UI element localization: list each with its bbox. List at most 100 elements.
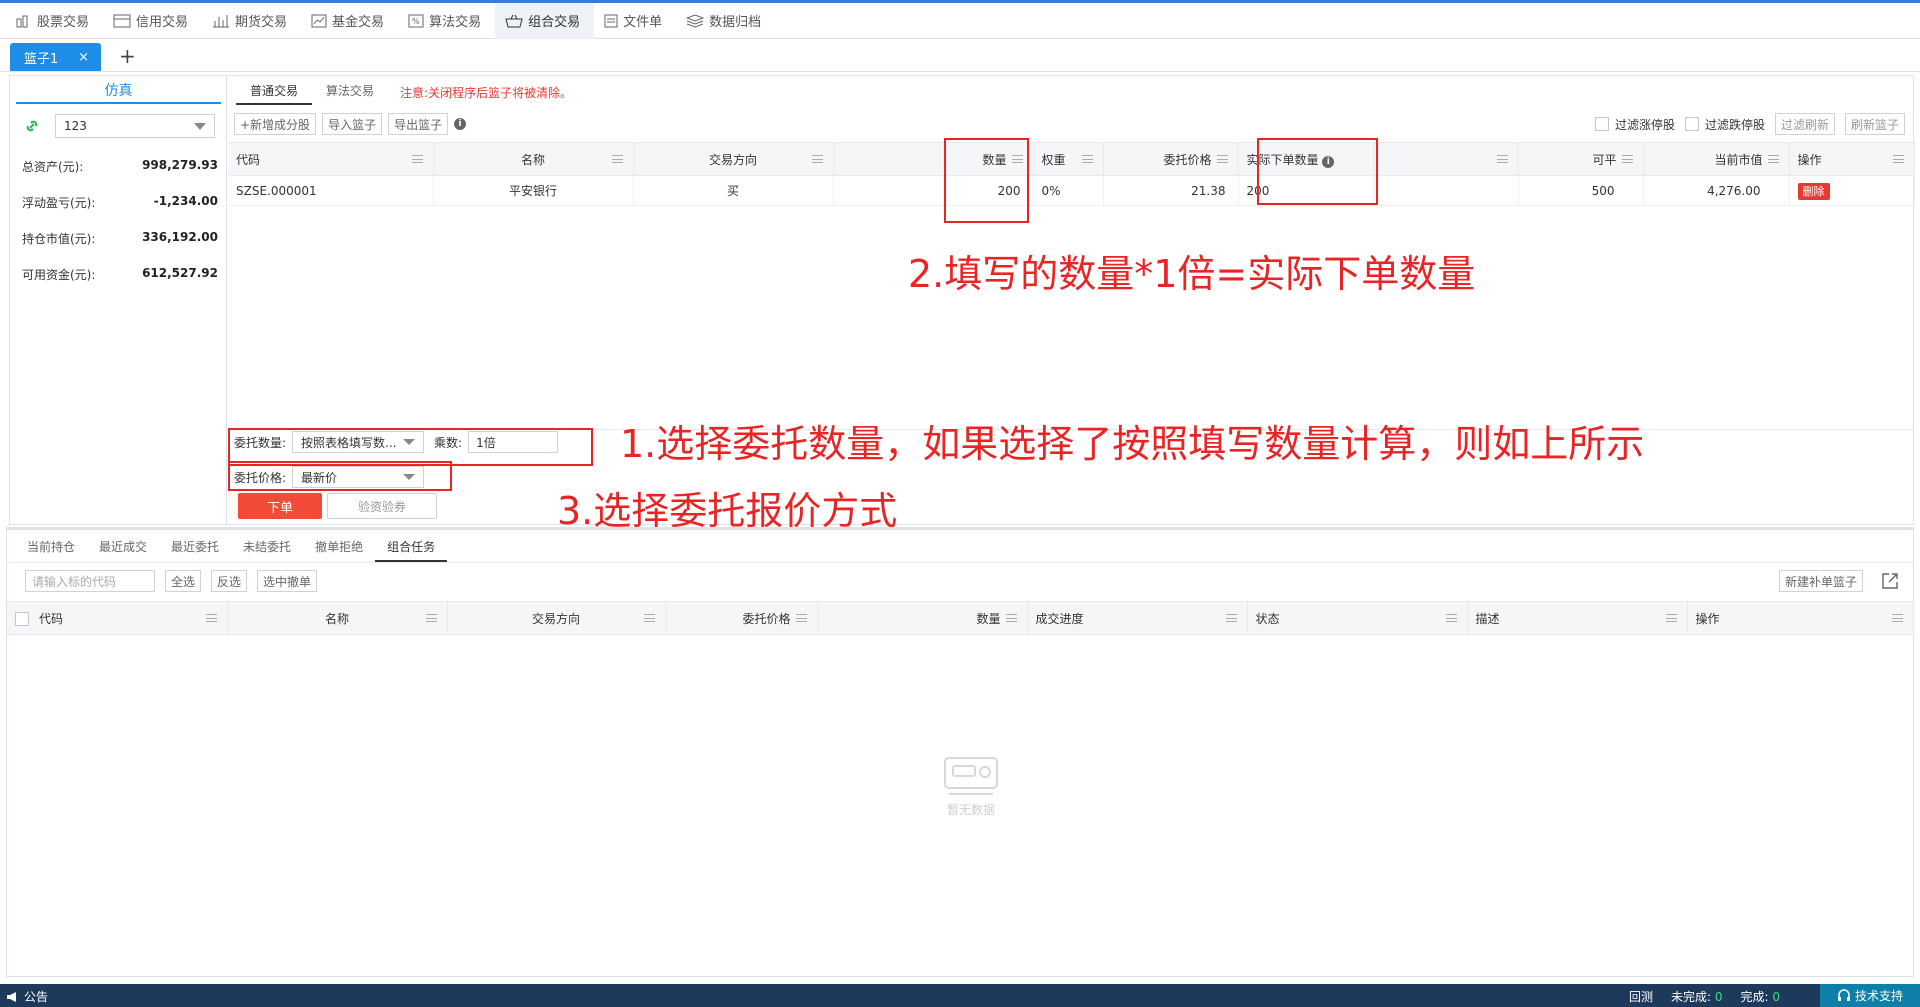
col-closable[interactable]: 可平 [1518,142,1644,176]
checkbox-label: 过滤跌停股 [1704,117,1765,132]
col-label: 数量 [982,152,1007,167]
filter-limit-down-checkbox[interactable]: 过滤跌停股 [1684,116,1765,133]
menu-icon[interactable] [643,614,655,622]
select-all-button[interactable]: 全选 [165,570,202,592]
multiplier-input[interactable]: 1倍 [468,431,559,453]
col-code[interactable]: 代码 [228,142,434,176]
close-icon[interactable]: × [78,50,89,65]
menu-icon[interactable] [1225,614,1237,622]
verify-funds-button[interactable]: 验资验券 [327,493,437,519]
basket-toolbar: +新增成分股 导入篮子 导出篮子 i [234,113,467,135]
add-component-button[interactable]: +新增成分股 [234,113,317,135]
menu-icon[interactable] [1081,155,1093,163]
tab-open-orders[interactable]: 未结委托 [231,534,303,562]
nav-fund-trading[interactable]: 基金交易 [301,3,398,39]
menu-icon[interactable] [411,155,423,163]
filter-limit-up-checkbox[interactable]: 过滤涨停股 [1594,116,1675,133]
col-order-price[interactable]: 委托价格 [1103,142,1239,176]
entrust-price-select[interactable]: 最新价 [292,466,425,488]
col-actual-qty[interactable]: 实际下单数量 i [1238,142,1374,176]
nav-file-order[interactable]: 文件单 [594,3,676,39]
import-basket-button[interactable]: 导入篮子 [322,113,383,135]
menu-icon[interactable] [611,155,623,163]
col-code[interactable]: 代码 [7,601,228,635]
menu-icon[interactable] [1665,614,1677,622]
megaphone-icon [7,991,16,1002]
col-action[interactable]: 操作 [1687,601,1914,635]
menu-icon[interactable] [425,614,437,622]
refresh-basket-button[interactable]: 刷新篮子 [1844,113,1905,135]
cancel-selected-button[interactable]: 选中撤单 [257,570,318,592]
link-icon[interactable] [24,118,40,134]
close-notice: 注意:关闭程序后篮子将被清除。 [400,85,573,100]
menu-icon[interactable] [1767,155,1779,163]
records-tabs: 当前持仓 最近成交 最近委托 未结委托 撤单拒绝 组合任务 [15,534,448,562]
stat-value: 998,279.93 [142,158,218,172]
nav-data-archive[interactable]: 数据归档 [676,3,775,39]
entrust-qty-select[interactable]: 按照表格填写数... [292,431,425,453]
checkbox-icon[interactable] [15,612,29,626]
menu-icon[interactable] [1891,614,1903,622]
add-basket-icon[interactable]: + [119,43,136,71]
col-direction[interactable]: 交易方向 [447,601,666,635]
cell-quantity[interactable]: 200 [833,175,1034,206]
menu-icon[interactable] [1445,614,1457,622]
tab-positions[interactable]: 当前持仓 [15,534,87,562]
col-action[interactable]: 操作 [1789,142,1915,176]
col-status[interactable]: 状态 [1247,601,1468,635]
col-market-value[interactable]: 当前市值 [1643,142,1790,176]
menu-icon[interactable] [1496,155,1508,163]
menu-icon[interactable] [1621,155,1633,163]
basket-tab[interactable]: 篮子1 × [10,43,101,71]
col-direction[interactable]: 交易方向 [633,142,834,176]
nav-futures-trading[interactable]: 期货交易 [202,3,301,39]
place-order-button[interactable]: 下单 [238,493,322,519]
counter-value: 0 [1714,990,1723,1004]
menu-icon[interactable] [1216,155,1228,163]
nav-label: 信用交易 [136,15,189,30]
col-weight[interactable]: 权重 [1033,142,1104,176]
nav-stock-trading[interactable]: 股票交易 [6,3,103,39]
account-select[interactable]: 123 [55,114,215,138]
tab-normal-trading[interactable]: 普通交易 [236,79,313,105]
unfinished-counter: 未完成: 0 [1671,988,1723,1005]
invert-select-button[interactable]: 反选 [211,570,248,592]
announcement[interactable]: 公告 [6,988,48,1005]
search-input[interactable]: 请输入标的代码 [25,570,155,592]
info-icon[interactable]: i [1322,155,1335,168]
info-icon[interactable]: i [454,118,467,130]
menu-icon[interactable] [1005,614,1017,622]
col-progress[interactable]: 成交进度 [1027,601,1248,635]
entrust-price-label: 委托价格: [234,470,287,485]
col-quantity[interactable]: 数量 [833,142,1034,176]
export-basket-button[interactable]: 导出篮子 [388,113,449,135]
col-description[interactable]: 描述 [1467,601,1688,635]
col-order-price[interactable]: 委托价格 [665,601,818,635]
menu-icon[interactable] [795,614,807,622]
external-link-icon[interactable] [1881,572,1899,590]
mode-tab[interactable]: 仿真 [16,80,221,104]
nav-credit-trading[interactable]: 信用交易 [103,3,202,39]
delete-button[interactable]: 删除 [1797,182,1830,200]
menu-icon[interactable] [1892,155,1904,163]
tab-cancel-reject[interactable]: 撤单拒绝 [303,534,375,562]
tech-support-button[interactable]: 技术支持 [1820,984,1920,1007]
menu-icon[interactable] [811,155,823,163]
col-name[interactable]: 名称 [227,601,448,635]
tab-algo-trading[interactable]: 算法交易 [312,79,388,105]
col-quantity[interactable]: 数量 [817,601,1028,635]
tab-basket-tasks[interactable]: 组合任务 [375,534,448,562]
col-name[interactable]: 名称 [433,142,634,176]
cell-actual-qty: 200 [1238,175,1374,206]
tab-recent-trades[interactable]: 最近成交 [87,534,159,562]
new-basket-button[interactable]: 新建补单篮子 [1778,570,1863,592]
tab-recent-orders[interactable]: 最近委托 [159,534,231,562]
menu-icon[interactable] [205,614,217,622]
nav-algo-trading[interactable]: % 算法交易 [398,3,495,39]
replay-label[interactable]: 回测 [1629,988,1653,1005]
menu-icon[interactable] [1011,155,1023,163]
table-row[interactable]: SZSE.000001 平安银行 买 200 0% 21.38 200 500 … [228,175,1915,206]
nav-basket-trading[interactable]: 组合交易 [495,2,595,39]
col-blank[interactable] [1373,142,1519,176]
filter-refresh-button[interactable]: 过滤刷新 [1774,113,1835,135]
